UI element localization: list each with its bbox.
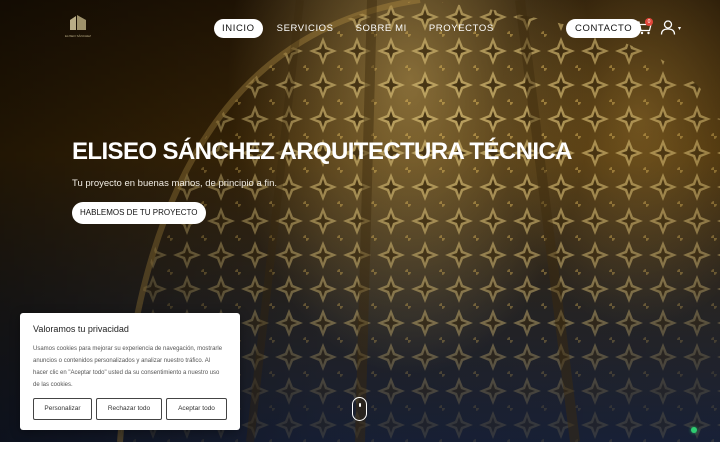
nav-item-servicios[interactable]: SERVICIOS [269, 19, 342, 38]
logo-text: ELISEO SÁNCHEZ [64, 34, 91, 38]
hero-title: ELISEO SÁNCHEZ ARQUITECTURA TÉCNICA [72, 138, 573, 165]
scroll-wheel [358, 403, 361, 407]
building-logo-icon [70, 15, 86, 30]
cookie-title: Valoramos tu privacidad [33, 324, 129, 334]
customize-button[interactable]: Personalizar [33, 398, 92, 420]
user-icon[interactable] [660, 20, 676, 35]
contact-button[interactable]: CONTACTO [566, 19, 642, 38]
cookie-banner: Valoramos tu privacidad Usamos cookies p… [20, 313, 240, 430]
scroll-mouse-icon[interactable] [352, 397, 367, 421]
page-bottom-strip [0, 442, 720, 450]
cookie-actions: Personalizar Rechazar todo Aceptar todo [33, 398, 227, 420]
nav-item-proyectos[interactable]: PROYECTOS [421, 19, 502, 38]
status-indicator [691, 427, 697, 433]
project-cta-button[interactable]: HABLEMOS DE TU PROYECTO [72, 202, 206, 224]
chevron-down-icon[interactable]: ▾ [678, 25, 681, 32]
hero-subtitle: Tu proyecto en buenas manos, de principi… [72, 178, 278, 189]
nav-item-inicio[interactable]: INICIO [214, 19, 263, 38]
cart-count-badge: 0 [645, 18, 653, 26]
site-logo[interactable]: ELISEO SÁNCHEZ [58, 14, 98, 40]
main-nav: INICIO SERVICIOS SOBRE MI PROYECTOS [214, 19, 508, 38]
reject-all-button[interactable]: Rechazar todo [96, 398, 162, 420]
nav-item-sobre-mi[interactable]: SOBRE MI [348, 19, 415, 38]
accept-all-button[interactable]: Aceptar todo [166, 398, 227, 420]
cookie-text: Usamos cookies para mejorar su experienc… [33, 346, 223, 388]
